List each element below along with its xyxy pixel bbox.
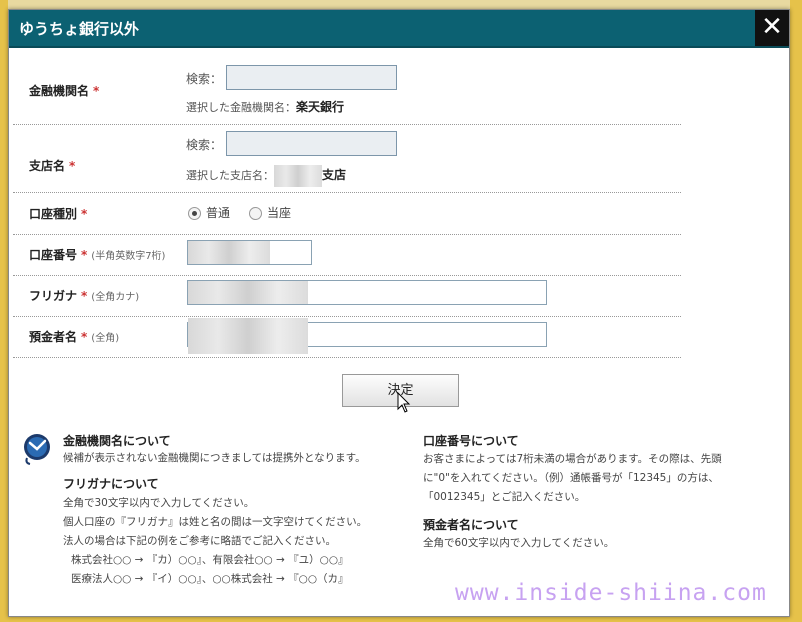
branch-row: 支店名 * 検索： 選択した支店名： 支店 [13,125,681,193]
bank-selected-value: 楽天銀行 [296,100,345,114]
branch-label: 支店名 * [29,159,76,173]
bank-label: 金融機関名 * [29,84,100,98]
bank-row: 金融機関名 * 検索： 選択した金融機関名：楽天銀行 [13,48,681,125]
required-mark: * [93,84,100,98]
background-right [790,0,802,622]
branch-selected-value: 支店 [322,168,347,182]
branch-redacted [274,165,322,187]
account-number-redacted [188,241,270,264]
watermark: www.inside-shiina.com [455,580,767,606]
info-holder-title: 預金者名について [423,518,519,532]
required-mark: * [81,207,88,221]
info-account-line: に"0"を入れてください。（例）通帳番号が「12345」の方は、 [423,472,719,484]
info-account-title: 口座番号について [423,434,519,448]
bank-account-dialog: ゆうちょ銀行以外 ✕ 金融機関名 * 検索： 選択した金融機関名：楽天銀行 支店名… [8,9,790,617]
holder-redacted [188,318,308,354]
bank-search-label: 検索： [186,72,223,86]
required-mark: * [81,330,88,344]
info-bank-title: 金融機関名について [63,434,171,448]
holder-label: 預金者名 * (全角) [29,330,120,344]
required-mark: * [69,159,76,173]
info-account-line: お客さまによっては7桁未満の場合があります。その際は、先頭 [423,453,722,465]
account-type-radio-ordinary[interactable] [188,207,201,220]
account-number-label: 口座番号 * (半角英数字7桁) [29,248,166,262]
info-icon [24,434,50,465]
bank-selected: 選択した金融機関名：楽天銀行 [186,100,345,114]
mouse-cursor-icon [397,392,411,413]
holder-input[interactable] [187,318,547,354]
info-furigana-line: 株式会社○○ → 『カ）○○』、有限会社○○ → 『ユ）○○』 [71,554,349,566]
furigana-row: フリガナ * (全角カナ) [13,276,681,317]
required-mark: * [81,289,88,303]
dialog-titlebar: ゆうちょ銀行以外 ✕ [9,10,789,48]
account-number-row: 口座番号 * (半角英数字7桁) [13,235,681,276]
furigana-note: (全角カナ) [91,292,140,303]
account-type-radio-current[interactable] [249,207,262,220]
furigana-label: フリガナ * (全角カナ) [29,289,140,303]
info-furigana-line: 医療法人○○ → 『イ）○○』、○○株式会社 → 『○○（カ』 [71,573,349,585]
holder-note: (全角) [91,333,120,344]
branch-search-input[interactable] [226,131,397,156]
info-furigana-line: 個人口座の『フリガナ』は姓と名の間は一文字空けてください。 [63,516,368,528]
account-number-note: (半角英数字7桁) [91,251,166,262]
account-type-label: 口座種別 * [29,207,88,221]
branch-selected: 選択した支店名： 支店 [186,165,346,187]
account-type-row: 口座種別 * 普通 当座 [13,193,681,235]
info-furigana-line: 法人の場合は下記の例をご参考に略語でご記入ください。 [63,535,336,547]
account-type-option-current: 当座 [267,206,292,220]
info-furigana-title: フリガナについて [63,477,159,491]
info-furigana-line: 全角で30文字以内で入力してください。 [63,497,255,509]
required-mark: * [81,248,88,262]
furigana-input[interactable] [187,280,547,305]
holder-row: 預金者名 * (全角) [13,317,681,358]
furigana-redacted [188,281,308,304]
info-account-line: 「0012345」とご記入ください。 [423,491,586,503]
background-left [0,0,8,622]
bank-search-input[interactable] [226,65,397,90]
account-number-input[interactable] [187,240,312,265]
branch-search-label: 検索： [186,138,223,152]
account-type-option-ordinary: 普通 [206,206,231,220]
close-button[interactable]: ✕ [755,10,789,46]
dialog-title: ゆうちょ銀行以外 [19,20,140,38]
info-bank-text: 候補が表示されない金融機関につきましては提携外となります。 [63,452,366,464]
close-icon: ✕ [761,12,783,42]
info-holder-text: 全角で60文字以内で入力してください。 [423,537,615,549]
